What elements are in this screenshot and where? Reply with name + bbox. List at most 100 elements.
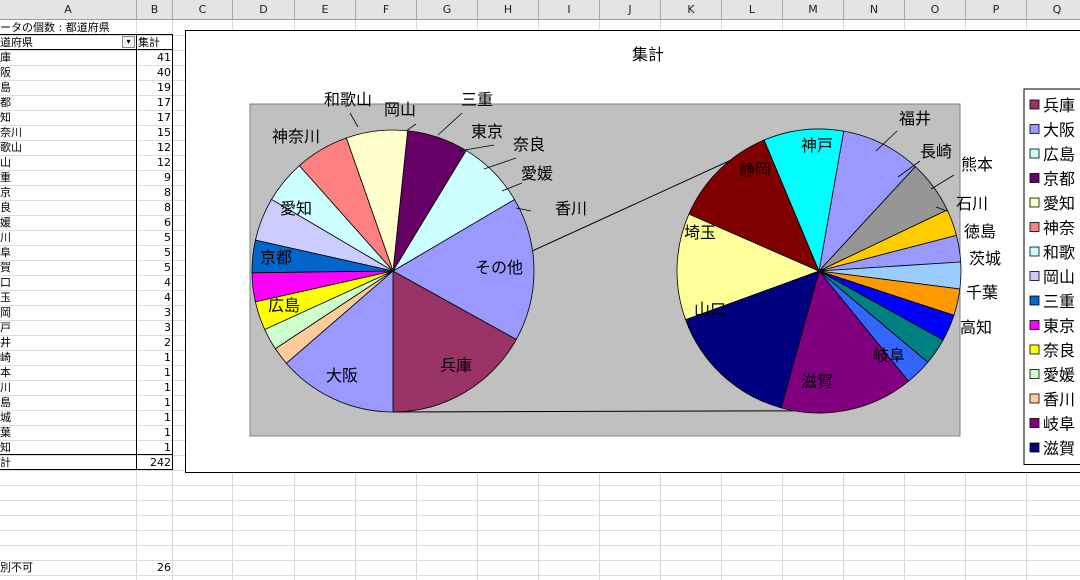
pivot-row-value[interactable]: 17 [137, 110, 171, 125]
pivot-row-value[interactable]: 15 [137, 125, 171, 140]
pivot-row-value[interactable]: 40 [137, 65, 171, 80]
pivot-row-label[interactable]: 本 [0, 365, 134, 380]
pivot-row-label[interactable]: 知 [0, 110, 134, 125]
grid-row-line [0, 485, 1080, 486]
extra-label[interactable]: 別不可 [0, 560, 134, 575]
pivot-row-value[interactable]: 4 [137, 290, 171, 305]
pivot-row-value[interactable]: 12 [137, 140, 171, 155]
legend-swatch [1029, 99, 1040, 110]
column-header-k[interactable]: K [661, 0, 722, 19]
legend-label: 岐阜 [1043, 415, 1075, 434]
pivot-total-value[interactable]: 242 [137, 455, 171, 470]
main-pie-data-label: 京都 [260, 248, 292, 267]
column-header-c[interactable]: C [173, 0, 233, 19]
column-header-g[interactable]: G [417, 0, 478, 19]
pivot-total-label[interactable]: 計 [0, 455, 134, 470]
column-header-o[interactable]: O [905, 0, 966, 19]
column-header-n[interactable]: N [844, 0, 905, 19]
pivot-row-label[interactable]: 玉 [0, 290, 134, 305]
column-header-q[interactable]: Q [1027, 0, 1080, 19]
pivot-row-value[interactable]: 3 [137, 305, 171, 320]
pivot-row-label[interactable]: 葉 [0, 425, 134, 440]
pivot-row-value[interactable]: 17 [137, 95, 171, 110]
column-header-p[interactable]: P [966, 0, 1027, 19]
pivot-value-header[interactable]: 集計 [138, 35, 172, 50]
pivot-row-value[interactable]: 1 [137, 395, 171, 410]
extra-value[interactable]: 26 [137, 560, 171, 575]
main-pie-data-label: 奈良 [513, 135, 545, 154]
column-header-m[interactable]: M [783, 0, 844, 19]
pivot-row-value[interactable]: 5 [137, 230, 171, 245]
pivot-row-label[interactable]: 良 [0, 200, 134, 215]
pivot-row-label[interactable]: 崎 [0, 350, 134, 365]
main-pie-data-label: 兵庫 [440, 356, 472, 375]
grid-row-line [0, 500, 1080, 501]
pivot-row-label[interactable]: 戸 [0, 320, 134, 335]
pivot-row-value[interactable]: 1 [137, 365, 171, 380]
column-header-d[interactable]: D [233, 0, 295, 19]
column-header-h[interactable]: H [478, 0, 539, 19]
pivot-row-label[interactable]: 川 [0, 230, 134, 245]
legend-label: 和歌 [1043, 243, 1075, 262]
pivot-row-value[interactable]: 5 [137, 260, 171, 275]
pivot-row-value[interactable]: 1 [137, 425, 171, 440]
pivot-row-label[interactable]: 山 [0, 155, 134, 170]
pivot-row-label[interactable]: 城 [0, 410, 134, 425]
pivot-row-label[interactable]: 重 [0, 170, 134, 185]
legend-label: 滋賀 [1043, 439, 1075, 458]
pivot-row-value[interactable]: 3 [137, 320, 171, 335]
main-pie-data-label: 神奈川 [272, 127, 320, 146]
column-header-f[interactable]: F [356, 0, 417, 19]
column-header-b[interactable]: B [137, 0, 173, 19]
pivot-row-label[interactable]: 島 [0, 395, 134, 410]
pivot-row-value[interactable]: 9 [137, 170, 171, 185]
pivot-row-value[interactable]: 6 [137, 215, 171, 230]
pivot-row-label[interactable]: 川 [0, 380, 134, 395]
pivot-row-value[interactable]: 19 [137, 80, 171, 95]
pivot-row-label[interactable]: 賀 [0, 260, 134, 275]
pivot-row-value[interactable]: 4 [137, 275, 171, 290]
pivot-row-value[interactable]: 8 [137, 200, 171, 215]
pivot-row-label[interactable]: 都 [0, 95, 134, 110]
pivot-row-label[interactable]: 媛 [0, 215, 134, 230]
pivot-row-value[interactable]: 12 [137, 155, 171, 170]
pivot-row-value[interactable]: 1 [137, 350, 171, 365]
pivot-row-label[interactable]: 京 [0, 185, 134, 200]
pivot-row-value[interactable]: 8 [137, 185, 171, 200]
pivot-row-value[interactable]: 41 [137, 50, 171, 65]
pivot-row-label[interactable]: 知 [0, 440, 134, 455]
pivot-row-value[interactable]: 1 [137, 410, 171, 425]
pivot-row-value[interactable]: 1 [137, 440, 171, 455]
secondary-pie-data-label: 福井 [899, 109, 931, 128]
pivot-row-label[interactable]: 阪 [0, 65, 134, 80]
legend-label: 岡山 [1043, 268, 1075, 287]
filter-dropdown-icon[interactable]: ▾ [122, 36, 135, 48]
main-pie-data-label: 東京 [471, 122, 503, 141]
chart-object[interactable]: 集計 兵庫 大阪 広島 京都 愛知 神奈川 和歌山 岡山 三重 東京 奈良 愛媛 香川 その他 神戸 福井長… [185, 30, 1080, 473]
legend-swatch [1029, 393, 1040, 404]
pivot-row-value[interactable]: 2 [137, 335, 171, 350]
pivot-row-label[interactable]: 岡 [0, 305, 134, 320]
pivot-row-label[interactable]: 口 [0, 275, 134, 290]
pivot-row-label[interactable]: 井 [0, 335, 134, 350]
column-header-l[interactable]: L [722, 0, 783, 19]
pivot-row-value[interactable]: 1 [137, 380, 171, 395]
main-pie-data-label: 愛媛 [521, 164, 553, 183]
grid-row-line [0, 545, 1080, 546]
grid-row-line [0, 530, 1080, 531]
pivot-row-value[interactable]: 5 [137, 245, 171, 260]
pivot-row-label[interactable]: 奈川 [0, 125, 134, 140]
column-header-i[interactable]: I [539, 0, 600, 19]
column-header-a[interactable]: A [0, 0, 137, 19]
legend-label: 兵庫 [1043, 96, 1075, 115]
pivot-row-label[interactable]: 庫 [0, 50, 134, 65]
column-header-j[interactable]: J [600, 0, 661, 19]
pivot-title[interactable]: ータの個数 : 都道府県 [0, 20, 134, 35]
column-header-e[interactable]: E [295, 0, 356, 19]
pivot-row-label[interactable]: 歌山 [0, 140, 134, 155]
pivot-row-label[interactable]: 島 [0, 80, 134, 95]
pivot-row-header[interactable]: 道府県 [0, 35, 134, 50]
legend-swatch [1029, 246, 1040, 257]
legend-swatch [1029, 369, 1040, 379]
pivot-row-label[interactable]: 阜 [0, 245, 134, 260]
